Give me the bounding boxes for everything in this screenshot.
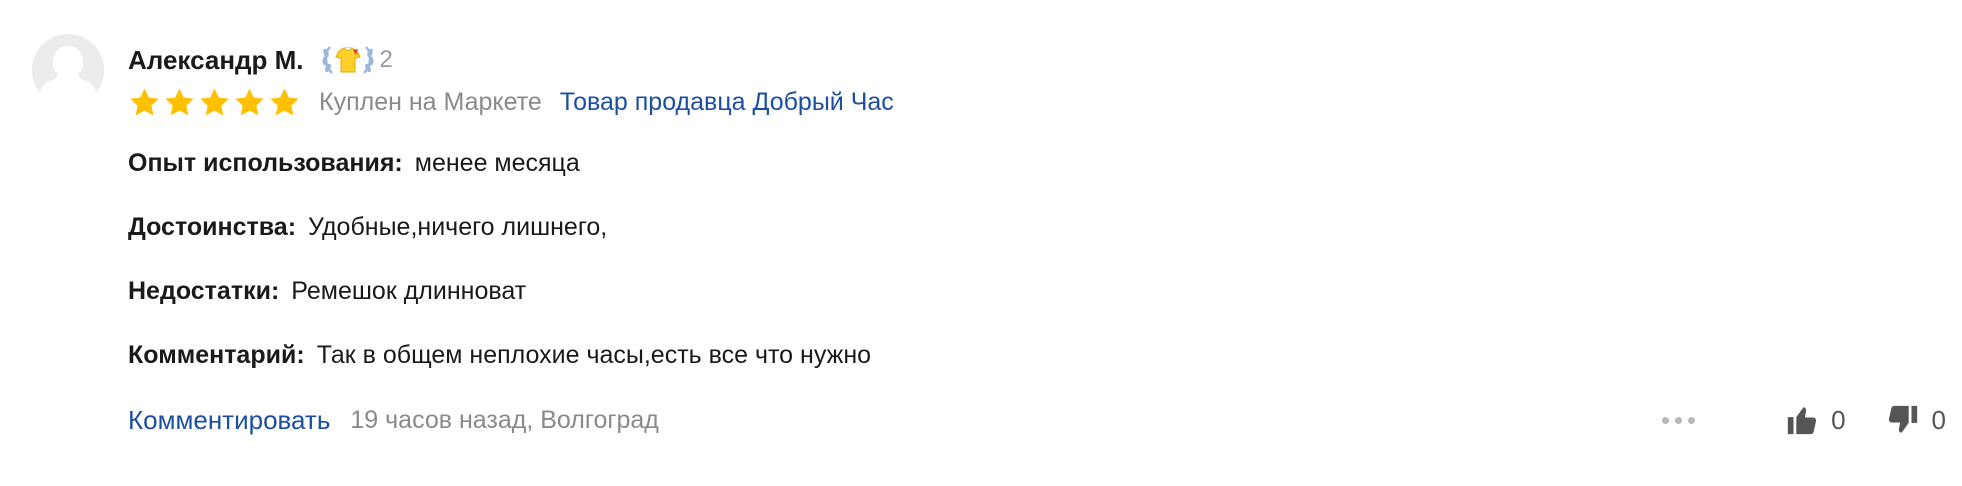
like-button[interactable]: 0 — [1785, 403, 1846, 437]
section-value: Ремешок длинноват — [291, 277, 527, 305]
user-silhouette-icon — [32, 34, 104, 106]
section-value: Удобные,ничего лишнего, — [308, 213, 608, 241]
star-icon — [268, 86, 301, 119]
review-actions: 0 0 — [1662, 400, 1946, 440]
rating-stars — [128, 86, 301, 119]
reviewer-level-badge[interactable]: 2 — [320, 43, 393, 77]
thumbs-up-icon — [1787, 407, 1817, 435]
bought-on-market-label: Куплен на Маркете — [319, 87, 542, 116]
more-options-icon[interactable] — [1662, 416, 1696, 424]
badge-level: 2 — [379, 46, 393, 73]
star-icon — [128, 86, 161, 119]
author-name[interactable]: Александр М. — [128, 45, 304, 76]
section-value: менее месяца — [414, 149, 580, 177]
pros-section: Достоинства: Удобные,ничего лишнего, — [128, 210, 607, 244]
thumbs-down-icon — [1888, 405, 1917, 433]
seller-link[interactable]: Товар продавца Добрый Час — [560, 88, 894, 117]
review-card: Александр М. 2 Куплен на Маркете Товар п… — [0, 0, 1962, 486]
cons-section: Недостатки: Ремешок длинноват — [128, 274, 526, 308]
section-label: Недостатки: — [128, 277, 280, 305]
star-icon — [163, 86, 196, 119]
star-icon — [198, 86, 231, 119]
laurel-tshirt-badge-icon — [322, 46, 374, 74]
usage-experience-section: Опыт использования: менее месяца — [128, 146, 580, 180]
section-label: Достоинства: — [128, 213, 297, 241]
like-count: 0 — [1831, 404, 1846, 435]
comment-button[interactable]: Комментировать — [128, 405, 330, 436]
dislike-button[interactable]: 0 — [1886, 403, 1946, 437]
review-footer: Комментировать 19 часов назад, Волгоград — [128, 402, 659, 438]
star-icon — [233, 86, 266, 119]
section-label: Комментарий: — [128, 341, 305, 369]
comment-section: Комментарий: Так в общем неплохие часы,ес… — [128, 338, 871, 372]
section-label: Опыт использования: — [128, 149, 403, 177]
date-location: 19 часов назад, Волгоград — [350, 405, 659, 434]
section-value: Так в общем неплохие часы,есть все что н… — [316, 341, 872, 369]
avatar[interactable] — [32, 34, 104, 106]
review-header: Александр М. 2 — [128, 40, 393, 80]
dislike-count: 0 — [1931, 404, 1946, 435]
review-meta: Куплен на Маркете Товар продавца Добрый … — [128, 82, 894, 122]
